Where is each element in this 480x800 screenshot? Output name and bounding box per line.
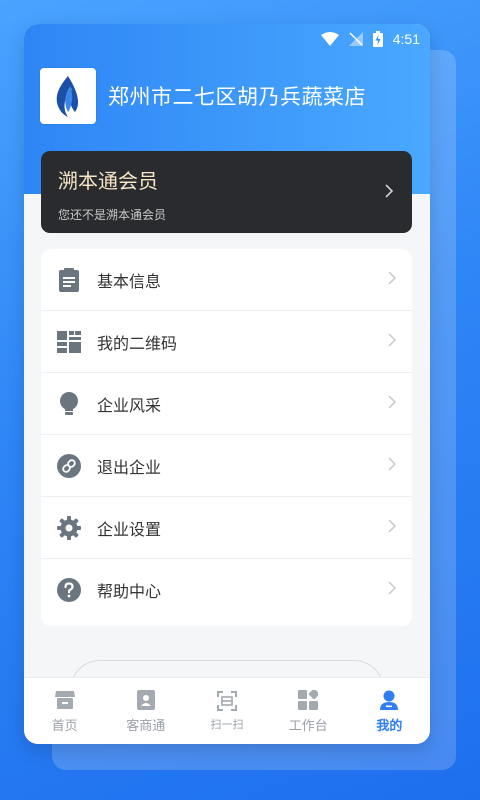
tab-label: 我的	[376, 717, 403, 733]
member-card[interactable]: 溯本通会员 您还不是溯本通会员	[41, 151, 412, 233]
tab-label: 工作台	[288, 717, 328, 733]
menu-label: 退出企业	[97, 459, 162, 477]
menu-label: 帮助中心	[97, 584, 162, 601]
menu-item-qrcode[interactable]: 我的二维码	[41, 311, 412, 373]
tab-scan[interactable]: 扫一扫	[186, 678, 267, 744]
chevron-right-icon	[388, 271, 397, 290]
chevron-right-icon	[388, 395, 397, 414]
menu-item-company-settings[interactable]: 企业设置	[41, 497, 412, 559]
shop-header: 郑州市二七区胡乃兵蔬菜店	[40, 68, 366, 124]
no-signal-icon	[348, 32, 363, 46]
clipboard-icon	[57, 267, 81, 292]
menu-label: 我的二维码	[97, 335, 178, 353]
status-time: 4:51	[392, 31, 420, 47]
store-icon	[54, 689, 76, 711]
chevron-right-icon	[388, 457, 397, 476]
menu-item-basic-info[interactable]: 基本信息	[41, 249, 412, 311]
lightbulb-icon	[57, 391, 81, 416]
menu-item-exit-company[interactable]: 退出企业	[41, 435, 412, 497]
member-subtitle: 您还不是溯本通会员	[58, 208, 167, 222]
tab-home[interactable]: 首页	[24, 678, 105, 744]
chevron-right-icon	[384, 183, 394, 204]
tab-merchant[interactable]: 客商通	[105, 678, 186, 744]
settings-menu: 基本信息 我的二维码 企业风采 退出企业 企业设置 帮助中心	[41, 249, 412, 626]
grid-icon	[297, 689, 319, 711]
tab-workbench[interactable]: 工作台	[268, 678, 349, 744]
bottom-tab-bar: 首页 客商通 扫一扫 工作台 我的	[24, 677, 430, 744]
wifi-icon	[320, 32, 339, 46]
qrcode-icon	[57, 330, 81, 354]
tab-label: 客商通	[126, 717, 166, 733]
flame-logo-icon	[40, 68, 96, 124]
member-title: 溯本通会员	[58, 171, 158, 193]
chevron-right-icon	[388, 581, 397, 600]
menu-item-company-showcase[interactable]: 企业风采	[41, 373, 412, 435]
status-bar: 4:51	[320, 28, 420, 50]
tab-label: 扫一扫	[210, 719, 244, 731]
chevron-right-icon	[388, 333, 397, 352]
person-icon	[378, 689, 400, 711]
contact-card-icon	[135, 689, 157, 711]
menu-label: 企业风采	[97, 397, 162, 415]
menu-label: 基本信息	[97, 273, 162, 291]
battery-charging-icon	[372, 31, 383, 47]
unlink-icon	[57, 453, 81, 478]
menu-label: 企业设置	[97, 521, 162, 539]
scan-icon	[216, 690, 238, 712]
shop-name: 郑州市二七区胡乃兵蔬菜店	[108, 86, 366, 109]
tab-mine[interactable]: 我的	[349, 678, 430, 744]
app-screen: 4:51 郑州市二七区胡乃兵蔬菜店 溯本通会员 您还不是溯本通会员 基本信息 我…	[24, 24, 430, 744]
menu-item-help-center[interactable]: 帮助中心	[41, 559, 412, 621]
chevron-right-icon	[388, 519, 397, 538]
help-icon	[57, 578, 81, 602]
tab-label: 首页	[51, 717, 78, 733]
gear-icon	[57, 515, 81, 540]
